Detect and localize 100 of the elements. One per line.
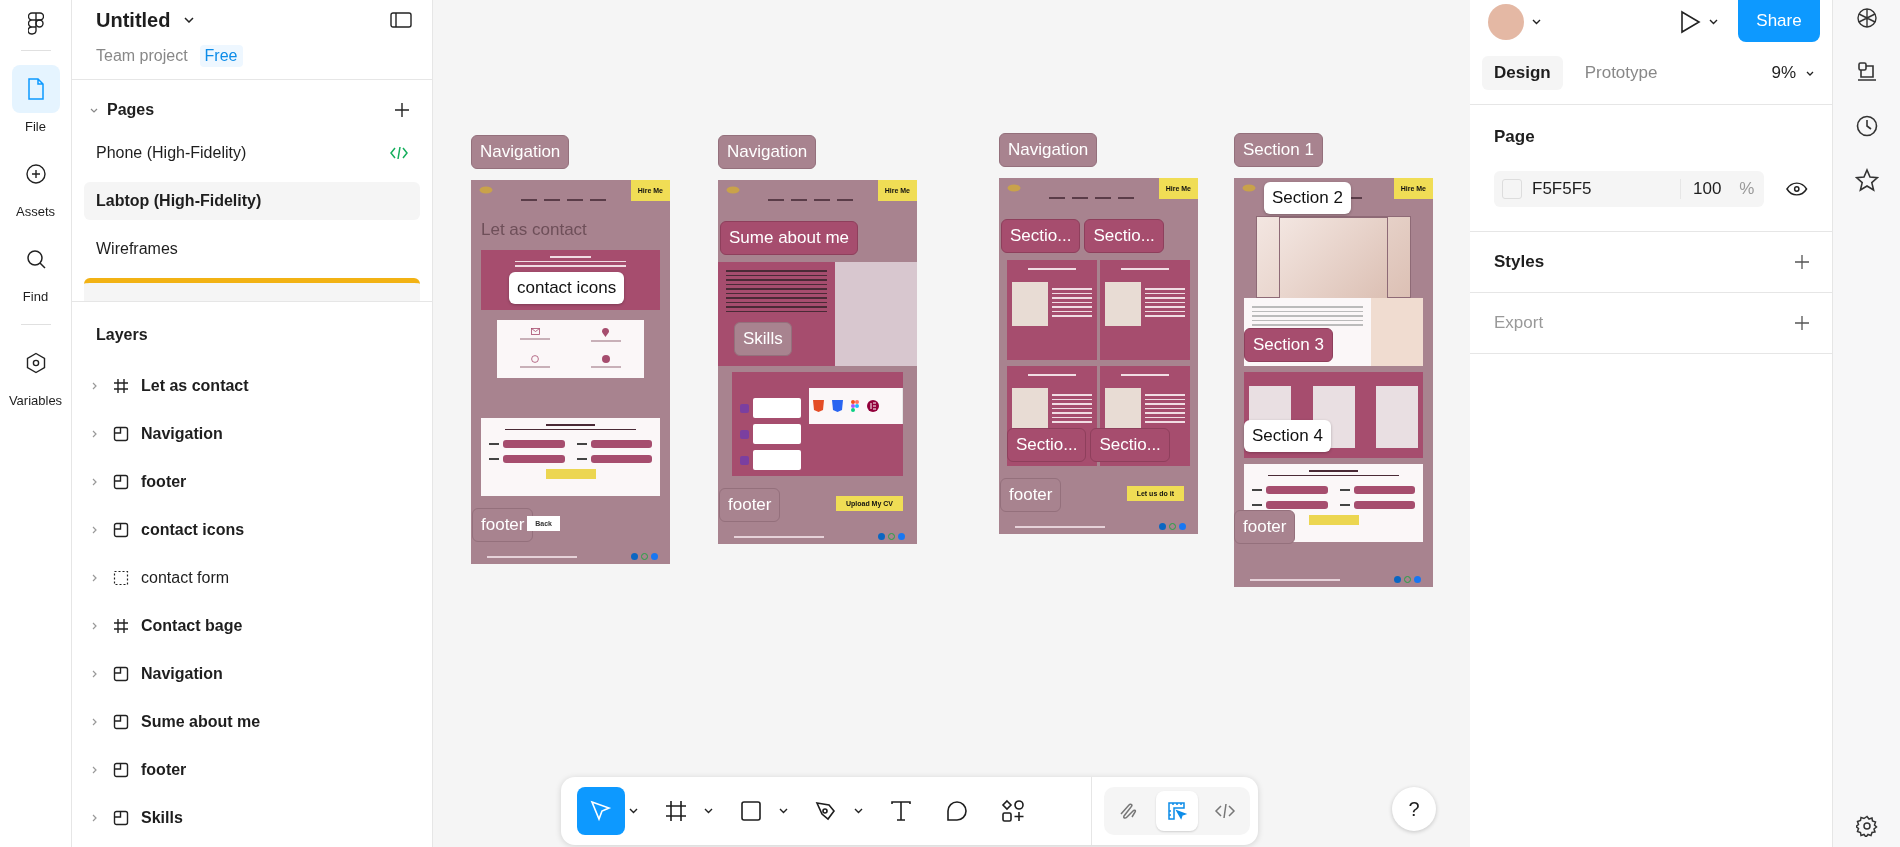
chevron-down-icon[interactable] xyxy=(629,808,638,814)
add-icon[interactable] xyxy=(1794,254,1810,270)
chevron-down-icon[interactable] xyxy=(184,17,195,23)
page-item[interactable]: Phone (High-Fidelity) xyxy=(84,134,420,172)
layer-row[interactable]: footer xyxy=(84,458,420,506)
skill-icon xyxy=(740,455,749,465)
screenshot-placeholder xyxy=(1105,282,1141,326)
eye-icon[interactable] xyxy=(1786,182,1808,196)
frame-icon xyxy=(113,378,129,394)
file-icon xyxy=(26,78,45,100)
input-field xyxy=(590,455,652,463)
text-line-drawing xyxy=(520,365,551,368)
knot-icon[interactable] xyxy=(1854,6,1879,30)
sidebar-tab[interactable]: Assets xyxy=(0,150,72,219)
help-button[interactable]: ? xyxy=(1392,787,1436,831)
input-field xyxy=(1353,501,1415,509)
layer-name-tag[interactable]: Sectio... xyxy=(1084,219,1164,253)
page-item[interactable]: Wireframes xyxy=(84,230,420,268)
mode-button[interactable] xyxy=(1156,791,1198,831)
chevron-right-icon[interactable] xyxy=(92,766,97,774)
chevron-down-icon[interactable] xyxy=(1709,19,1718,25)
skill-card xyxy=(753,424,801,444)
clock-icon[interactable] xyxy=(1854,114,1879,138)
star-icon[interactable] xyxy=(1854,168,1879,192)
skill-card xyxy=(753,450,801,470)
chevron-right-icon[interactable] xyxy=(92,622,97,630)
plus-circle-icon xyxy=(24,163,47,185)
shapes-icon xyxy=(1001,799,1025,823)
play-icon[interactable] xyxy=(1679,10,1701,34)
chevron-right-icon[interactable] xyxy=(92,526,97,534)
layer-row[interactable]: contact form xyxy=(84,554,420,602)
section-icon xyxy=(113,714,129,730)
layer-name-tag[interactable]: Sectio... xyxy=(1007,428,1087,462)
sidebar-tab[interactable]: Variables xyxy=(0,339,72,408)
ruler-cursor-icon xyxy=(1166,800,1188,822)
settings-icon[interactable] xyxy=(1855,815,1878,837)
sidebar-tab[interactable]: File xyxy=(0,65,72,134)
layer-name-tag[interactable]: Sectio... xyxy=(1001,219,1081,253)
panel-tab[interactable]: Design xyxy=(1482,56,1563,90)
section-title: Page xyxy=(1494,127,1535,146)
submit-button xyxy=(1308,515,1359,525)
chevron-right-icon[interactable] xyxy=(92,478,97,486)
section-title: Styles xyxy=(1494,252,1545,272)
add-icon[interactable] xyxy=(1794,315,1810,331)
project-name[interactable]: Team project xyxy=(96,47,188,65)
screenshot-placeholder xyxy=(1012,282,1048,326)
text-tool-icon xyxy=(889,799,913,823)
section-icon xyxy=(113,666,129,682)
chevron-right-icon[interactable] xyxy=(92,574,97,582)
layer-name-tag[interactable]: Section 4 xyxy=(1244,420,1331,452)
chevron-right-icon[interactable] xyxy=(92,670,97,678)
chevron-down-icon[interactable] xyxy=(1806,70,1814,76)
sidebar-toggle-icon[interactable] xyxy=(390,12,412,28)
layer-name-tag[interactable]: Section 2 xyxy=(1264,182,1351,214)
section-title: Export xyxy=(1494,313,1544,333)
section-icon xyxy=(113,522,129,538)
chevron-down-icon[interactable] xyxy=(854,808,863,814)
section-icon xyxy=(113,474,129,490)
layer-name-tag[interactable]: Sectio... xyxy=(1090,428,1170,462)
search-icon xyxy=(24,248,47,270)
sidebar-tab[interactable]: Find xyxy=(0,235,72,304)
hexagon-icon xyxy=(24,352,47,374)
frame-icon xyxy=(664,799,688,823)
chevron-down-icon[interactable] xyxy=(704,808,713,814)
color-hex-field[interactable]: F5F5F5 xyxy=(1532,179,1680,199)
layer-row[interactable]: Navigation xyxy=(84,410,420,458)
color-swatch[interactable] xyxy=(1502,179,1522,199)
chevron-right-icon[interactable] xyxy=(92,814,97,822)
layer-row[interactable]: contact icons xyxy=(84,506,420,554)
layer-row[interactable]: Sume about me xyxy=(84,698,420,746)
zoom-level[interactable]: 9% xyxy=(1771,63,1796,83)
chevron-down-icon[interactable] xyxy=(779,808,788,814)
chevron-right-icon[interactable] xyxy=(92,430,97,438)
file-title[interactable]: Untitled xyxy=(96,8,171,32)
pin-icon xyxy=(602,328,610,337)
layer-row[interactable]: Skills xyxy=(84,794,420,842)
layer-name-tag[interactable]: contact icons xyxy=(509,272,625,304)
logo-icon[interactable] xyxy=(27,12,44,36)
layer-row[interactable]: Let as contact xyxy=(84,362,420,410)
chevron-down-icon[interactable] xyxy=(1532,19,1541,25)
logo-icon xyxy=(1242,184,1256,192)
title-line-drawing xyxy=(1121,268,1169,270)
section-title: Pages xyxy=(107,101,155,119)
percent-unit: % xyxy=(1739,179,1755,199)
pen-icon xyxy=(814,799,838,823)
title-line-drawing xyxy=(1121,374,1169,376)
section-icon xyxy=(113,762,129,778)
page-item[interactable]: Labtop (High-Fidelity) xyxy=(84,182,420,220)
layer-row[interactable]: Contact bage xyxy=(84,602,420,650)
layer-row[interactable]: Navigation xyxy=(84,650,420,698)
add-icon[interactable] xyxy=(394,102,410,118)
layer-name-tag[interactable]: Sume about me xyxy=(720,221,858,255)
section-icon xyxy=(113,426,129,442)
section-title: Layers xyxy=(96,326,148,343)
chevron-right-icon[interactable] xyxy=(92,382,97,390)
layer-name-tag[interactable]: Section 3 xyxy=(1244,328,1333,362)
layer-row[interactable]: footer xyxy=(84,746,420,794)
opacity-field[interactable]: 100 xyxy=(1679,179,1722,199)
panel-tab[interactable]: Prototype xyxy=(1572,56,1670,90)
chevron-right-icon[interactable] xyxy=(92,718,97,726)
